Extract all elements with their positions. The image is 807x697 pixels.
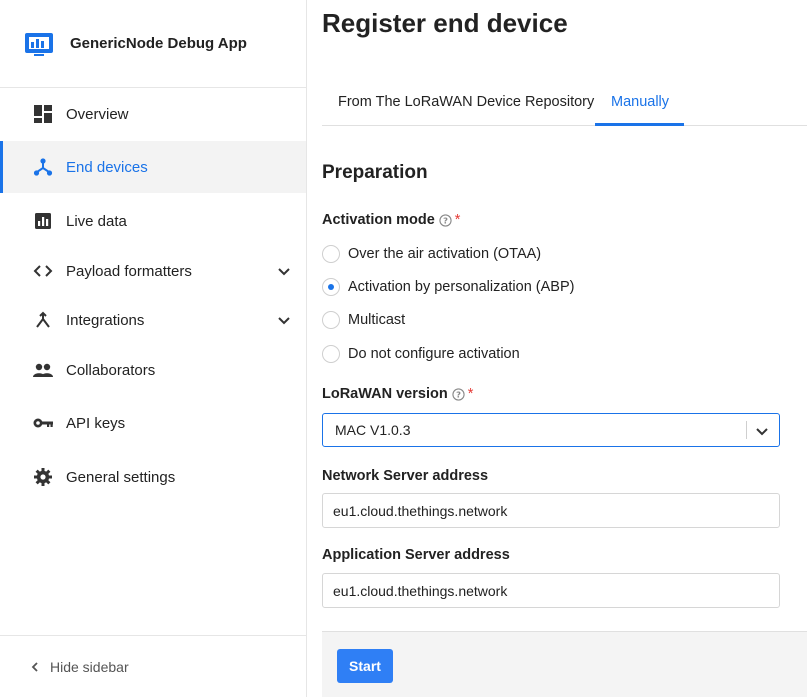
tab-device-repository[interactable]: From The LoRaWAN Device Repository xyxy=(322,80,610,126)
lorawan-version-select[interactable]: MAC V1.0.3 xyxy=(322,413,780,447)
code-icon xyxy=(32,260,54,282)
lorawan-version-label-text: LoRaWAN version xyxy=(322,386,448,402)
help-icon[interactable]: ? xyxy=(452,387,465,401)
sidebar-item-payload-formatters[interactable]: Payload formatters xyxy=(0,245,306,297)
chevron-down-icon[interactable] xyxy=(274,310,294,330)
key-icon xyxy=(32,412,54,434)
sidebar-item-label: API keys xyxy=(66,414,126,432)
sidebar: GenericNode Debug App Overview End devic… xyxy=(0,0,307,697)
help-icon[interactable]: ? xyxy=(439,213,452,227)
merge-icon xyxy=(32,309,54,331)
activation-mode-label-text: Activation mode xyxy=(322,212,435,228)
radio-abp[interactable]: Activation by personalization (ABP) xyxy=(322,278,574,296)
app-logo-icon xyxy=(25,32,53,56)
radio-multicast[interactable]: Multicast xyxy=(322,311,405,329)
activation-mode-label: Activation mode ? * xyxy=(322,212,460,228)
radio-no-activation[interactable]: Do not configure activation xyxy=(322,345,520,363)
bar-chart-icon xyxy=(32,210,54,232)
required-mark: * xyxy=(454,212,461,228)
tab-manually[interactable]: Manually xyxy=(595,80,684,126)
radio-label: Multicast xyxy=(348,312,406,328)
network-server-input[interactable]: eu1.cloud.thethings.network xyxy=(322,493,780,528)
main-content: Register end device From The LoRaWAN Dev… xyxy=(322,0,807,697)
gear-icon xyxy=(32,466,54,488)
section-title: Preparation xyxy=(322,162,428,183)
select-value: MAC V1.0.3 xyxy=(335,422,411,438)
sidebar-item-integrations[interactable]: Integrations xyxy=(0,294,306,346)
sidebar-item-label: Collaborators xyxy=(66,361,156,379)
radio-button[interactable] xyxy=(322,245,340,263)
required-mark: * xyxy=(467,386,474,402)
sidebar-item-label: Integrations xyxy=(66,311,145,329)
chevron-left-icon xyxy=(31,661,38,672)
start-button[interactable]: Start xyxy=(337,649,393,683)
form-actions: Start xyxy=(322,631,807,697)
radio-button[interactable] xyxy=(322,278,340,296)
dashboard-icon xyxy=(32,103,54,125)
hide-sidebar-button[interactable]: Hide sidebar xyxy=(0,635,306,697)
sidebar-item-label: End devices xyxy=(66,158,148,176)
tab-bar: From The LoRaWAN Device Repository Manua… xyxy=(322,80,807,126)
sidebar-item-general-settings[interactable]: General settings xyxy=(0,451,306,503)
sidebar-item-label: General settings xyxy=(66,468,176,486)
sidebar-item-api-keys[interactable]: API keys xyxy=(0,397,306,449)
sidebar-item-collaborators[interactable]: Collaborators xyxy=(0,344,306,396)
select-divider xyxy=(746,421,747,439)
app-name: GenericNode Debug App xyxy=(70,35,247,52)
svg-text:?: ? xyxy=(443,215,448,225)
sidebar-item-label: Payload formatters xyxy=(66,262,192,280)
sidebar-item-end-devices[interactable]: End devices xyxy=(0,141,306,193)
sidebar-item-overview[interactable]: Overview xyxy=(0,88,306,140)
hide-sidebar-label: Hide sidebar xyxy=(50,658,129,675)
device-hub-icon xyxy=(32,156,54,178)
svg-text:?: ? xyxy=(456,389,461,399)
sidebar-item-live-data[interactable]: Live data xyxy=(0,195,306,247)
app-header: GenericNode Debug App xyxy=(0,0,306,88)
network-server-label: Network Server address xyxy=(322,468,489,484)
radio-label: Activation by personalization (ABP) xyxy=(348,279,575,295)
sidebar-item-label: Live data xyxy=(66,212,127,230)
lorawan-version-label: LoRaWAN version ? * xyxy=(322,386,473,402)
chevron-down-icon[interactable] xyxy=(753,422,771,440)
radio-label: Do not configure activation xyxy=(348,346,520,362)
chevron-down-icon[interactable] xyxy=(274,261,294,281)
people-icon xyxy=(32,359,54,381)
sidebar-item-label: Overview xyxy=(66,105,129,123)
application-server-label: Application Server address xyxy=(322,547,510,563)
radio-label: Over the air activation (OTAA) xyxy=(348,246,542,262)
radio-button[interactable] xyxy=(322,311,340,329)
radio-button[interactable] xyxy=(322,345,340,363)
application-server-input[interactable]: eu1.cloud.thethings.network xyxy=(322,573,780,608)
radio-otaa[interactable]: Over the air activation (OTAA) xyxy=(322,245,541,263)
page-title: Register end device xyxy=(322,8,568,38)
